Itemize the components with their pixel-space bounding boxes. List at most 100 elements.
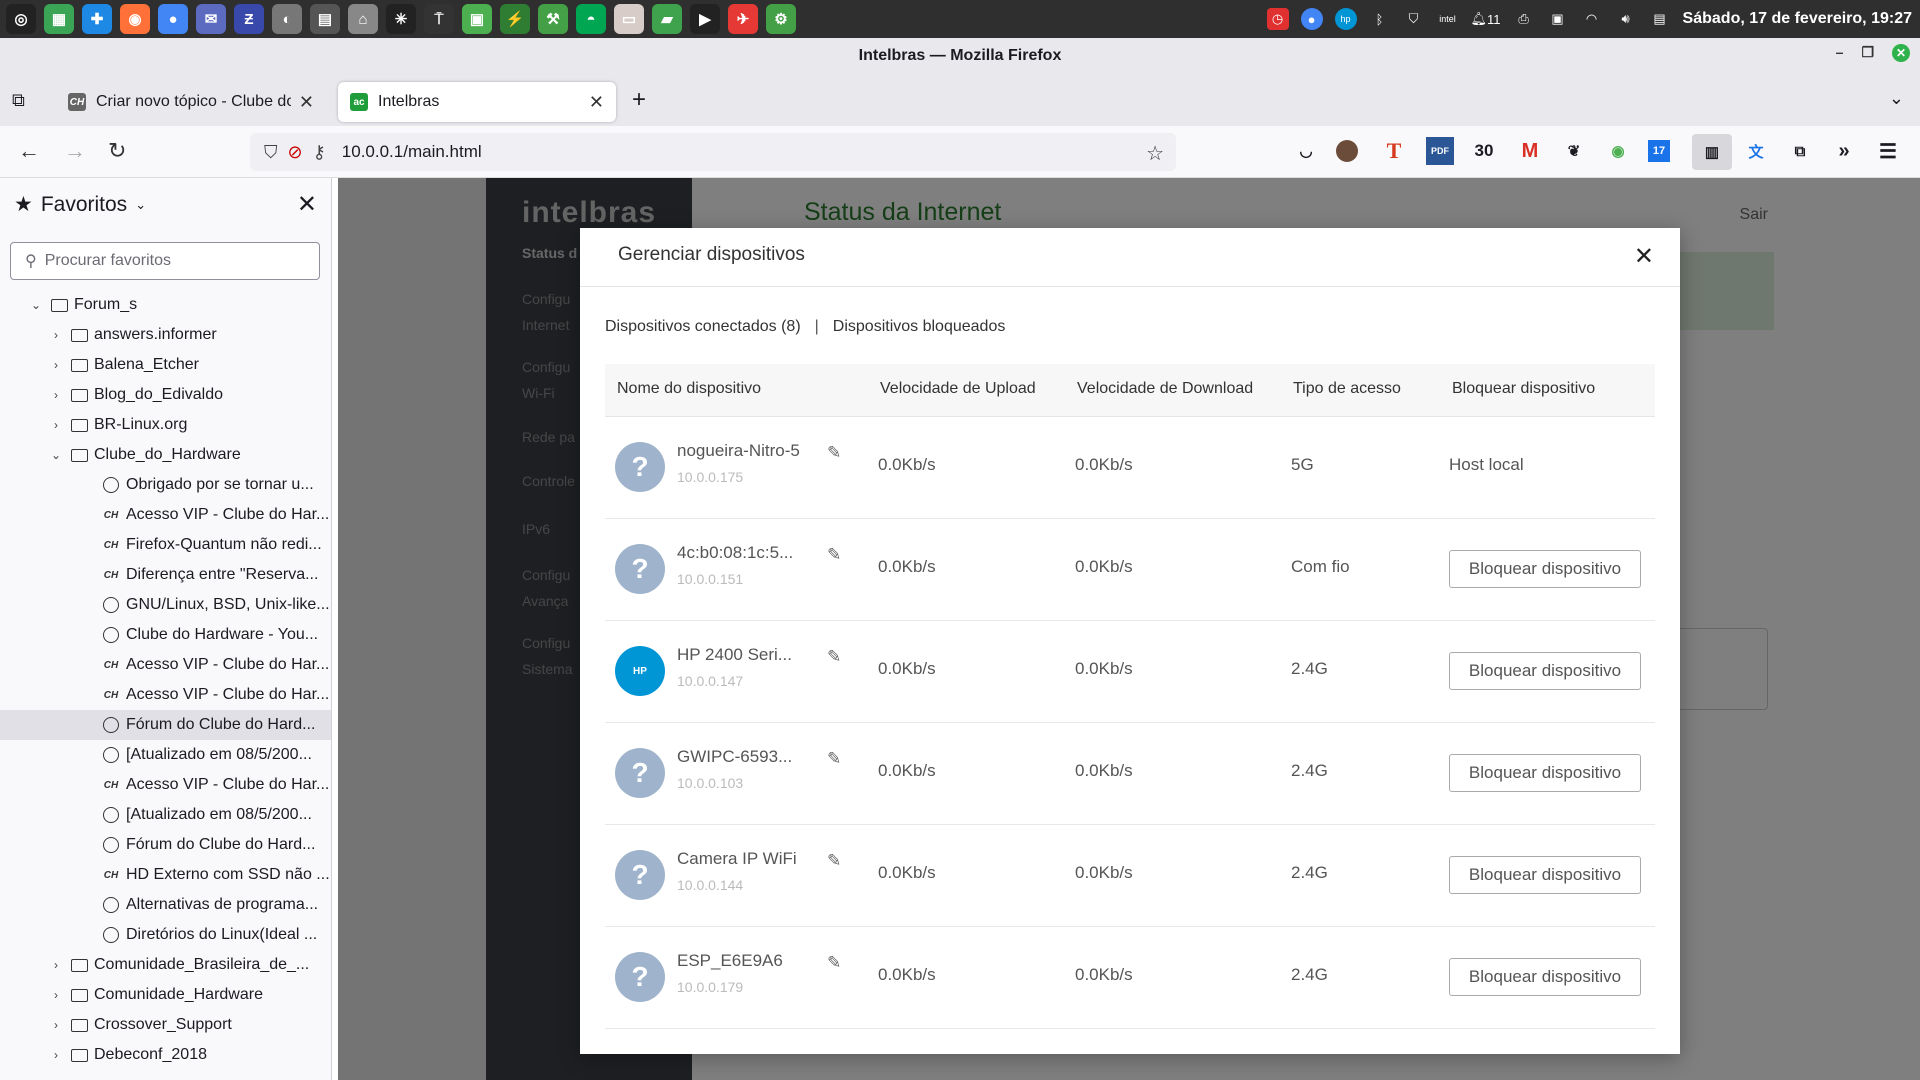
chevron-down-icon[interactable]: ⌄ — [48, 448, 64, 462]
insecure-connection-icon[interactable]: ⊘ — [288, 142, 303, 163]
bookmark-item[interactable]: Clube do Hardware - You... — [0, 620, 331, 650]
webcam-icon[interactable]: ◐ — [272, 4, 302, 34]
pdf-extension-icon[interactable]: PDF — [1426, 137, 1454, 165]
app-icon[interactable]: ⚒ — [538, 4, 568, 34]
bookmark-item[interactable]: CH HD Externo com SSD não ... — [0, 860, 331, 890]
bookmark-item[interactable]: CH Diferença entre "Reserva... — [0, 560, 331, 590]
edit-pencil-icon[interactable]: ✎ — [827, 647, 841, 667]
files-icon[interactable]: ▭ — [614, 4, 644, 34]
settings-icon[interactable]: ⚙ — [766, 4, 796, 34]
bookmark-item[interactable]: CH Acesso VIP - Clube do Har... — [0, 650, 331, 680]
bookmark-item[interactable]: CH Acesso VIP - Clube do Har... — [0, 500, 331, 530]
bookmark-star-icon[interactable]: ☆ — [1146, 141, 1164, 166]
minimize-icon[interactable]: – — [1836, 44, 1844, 62]
bookmark-item[interactable]: GNU/Linux, BSD, Unix-like... — [0, 590, 331, 620]
bookmark-search-input[interactable]: ⚲ Procurar favoritos — [10, 242, 320, 280]
app-icon[interactable]: ▣ — [462, 4, 492, 34]
firefox-icon[interactable]: ◉ — [120, 4, 150, 34]
chevron-right-icon[interactable]: › — [48, 388, 64, 402]
back-icon[interactable]: ← — [18, 138, 40, 164]
mint-menu-icon[interactable]: ◎ — [6, 4, 36, 34]
tracking-shield-icon[interactable]: ⛉ — [264, 142, 278, 163]
edit-pencil-icon[interactable]: ✎ — [827, 953, 841, 973]
gmail-icon[interactable]: M — [1516, 137, 1544, 165]
terminal-icon[interactable]: ▰ — [652, 4, 682, 34]
new-tab-icon[interactable]: + — [632, 86, 646, 114]
chrome-icon[interactable]: ● — [158, 4, 188, 34]
accessibility-icon[interactable]: ✚ — [82, 4, 112, 34]
bookmark-folder[interactable]: › Crossover_Support — [0, 1010, 331, 1040]
app-icon[interactable]: ⚡ — [500, 4, 530, 34]
maximize-icon[interactable]: ❐ — [1861, 44, 1874, 62]
bookmark-item[interactable]: Obrigado por se tornar u... — [0, 470, 331, 500]
chevron-right-icon[interactable]: › — [48, 958, 64, 972]
app-icon[interactable]: Ƶ — [234, 4, 264, 34]
url-text[interactable]: 10.0.0.1/main.html — [342, 142, 482, 162]
edit-pencil-icon[interactable]: ✎ — [827, 443, 841, 463]
notifications-icon[interactable]: 🔔︎ 11 — [1471, 8, 1501, 30]
bookmark-item[interactable]: CH Firefox-Quantum não redi... — [0, 530, 331, 560]
bookmark-folder[interactable]: ⌄ Forum_s — [0, 290, 331, 320]
bookmark-folder[interactable]: › Comunidade_Brasileira_de_... — [0, 950, 331, 980]
clipboard-icon[interactable]: ▤ — [1649, 8, 1671, 30]
clock-app-icon[interactable]: ◷ — [1266, 8, 1289, 30]
firefox-view-icon[interactable]: ⧉ — [12, 90, 34, 112]
bookmark-folder[interactable]: › Balena_Etcher — [0, 350, 331, 380]
hp-icon[interactable]: hp — [1334, 8, 1357, 30]
url-bar[interactable]: ⛉ ⊘ ⚷ 10.0.0.1/main.html ☆ — [250, 133, 1176, 171]
app-icon[interactable]: ⍑ — [424, 4, 454, 34]
text-extension-icon[interactable]: T — [1380, 137, 1408, 165]
bookmark-item[interactable]: [Atualizado em 08/5/200... — [0, 800, 331, 830]
bookmark-item[interactable]: Fórum do Clube do Hard... — [0, 830, 331, 860]
chrome-icon[interactable]: ● — [1300, 8, 1323, 30]
tab-intelbras[interactable]: ac Intelbras ✕ — [338, 82, 616, 122]
block-device-button[interactable]: Bloquear dispositivo — [1449, 856, 1641, 894]
intel-icon[interactable]: intel — [1437, 8, 1459, 30]
files-icon[interactable]: ▦ — [44, 4, 74, 34]
account-avatar-icon[interactable] — [1336, 140, 1358, 162]
bookmark-folder[interactable]: ⌄ Clube_do_Hardware — [0, 440, 331, 470]
bookmark-item[interactable]: Fórum do Clube do Hard... — [0, 710, 331, 740]
chevron-down-icon[interactable]: ⌄ — [28, 298, 44, 312]
sidebar-switcher[interactable]: ★ Favoritos ⌄ — [14, 192, 146, 217]
block-device-button[interactable]: Bloquear dispositivo — [1449, 958, 1641, 996]
window-close-icon[interactable]: ✕ — [1892, 44, 1910, 62]
volume-icon[interactable]: 🔊︎ — [1615, 8, 1637, 30]
bluetooth-icon[interactable]: ᛒ — [1369, 8, 1391, 30]
sidebar-close-icon[interactable]: ✕ — [297, 190, 317, 219]
chevron-right-icon[interactable]: › — [48, 418, 64, 432]
chevron-right-icon[interactable]: › — [48, 1018, 64, 1032]
bookmark-folder[interactable]: › Comunidade_Hardware — [0, 980, 331, 1010]
edit-pencil-icon[interactable]: ✎ — [827, 851, 841, 871]
bookmark-item[interactable]: CH Acesso VIP - Clube do Har... — [0, 770, 331, 800]
translate-icon[interactable]: 文 — [1742, 137, 1770, 165]
chevron-right-icon[interactable]: › — [48, 358, 64, 372]
pocket-icon[interactable]: ◡ — [1292, 137, 1320, 165]
printer-icon[interactable]: ⎙ — [1513, 8, 1535, 30]
permissions-key-icon[interactable]: ⚷ — [313, 142, 326, 163]
counter-extension-icon[interactable]: 30 — [1470, 137, 1498, 165]
update-icon[interactable]: ▣ — [1547, 8, 1569, 30]
edit-pencil-icon[interactable]: ✎ — [827, 545, 841, 565]
chevron-right-icon[interactable]: › — [48, 988, 64, 1002]
app-icon[interactable]: ◓ — [576, 4, 606, 34]
forward-icon[interactable]: → — [64, 138, 86, 164]
list-all-tabs-icon[interactable]: ⌄ — [1889, 88, 1904, 109]
calculator-icon[interactable]: ▤ — [310, 4, 340, 34]
tab-criar-topico[interactable]: CH Criar novo tópico - Clube do Hardware… — [56, 82, 326, 122]
calendar-icon[interactable]: 17 — [1648, 140, 1670, 162]
wifi-icon[interactable]: ◠ — [1581, 8, 1603, 30]
tab-connected-devices[interactable]: Dispositivos conectados (8) — [605, 318, 801, 336]
modal-close-icon[interactable]: ✕ — [1634, 242, 1654, 271]
sidebar-toggle-icon[interactable]: ▥ — [1692, 134, 1732, 170]
tab-blocked-devices[interactable]: Dispositivos bloqueados — [833, 318, 1006, 336]
green-extension-icon[interactable]: ◉ — [1604, 137, 1632, 165]
chevron-right-icon[interactable]: › — [48, 1048, 64, 1062]
printer-icon[interactable]: ⌂ — [348, 4, 378, 34]
block-device-button[interactable]: Bloquear dispositivo — [1449, 652, 1641, 690]
bookmark-item[interactable]: CH Acesso VIP - Clube do Har... — [0, 680, 331, 710]
chevron-right-icon[interactable]: › — [48, 328, 64, 342]
app-icon[interactable]: ▶ — [690, 4, 720, 34]
bookmark-folder[interactable]: › Debeconf_2018 — [0, 1040, 331, 1070]
tab-close-icon[interactable]: ✕ — [299, 92, 314, 113]
